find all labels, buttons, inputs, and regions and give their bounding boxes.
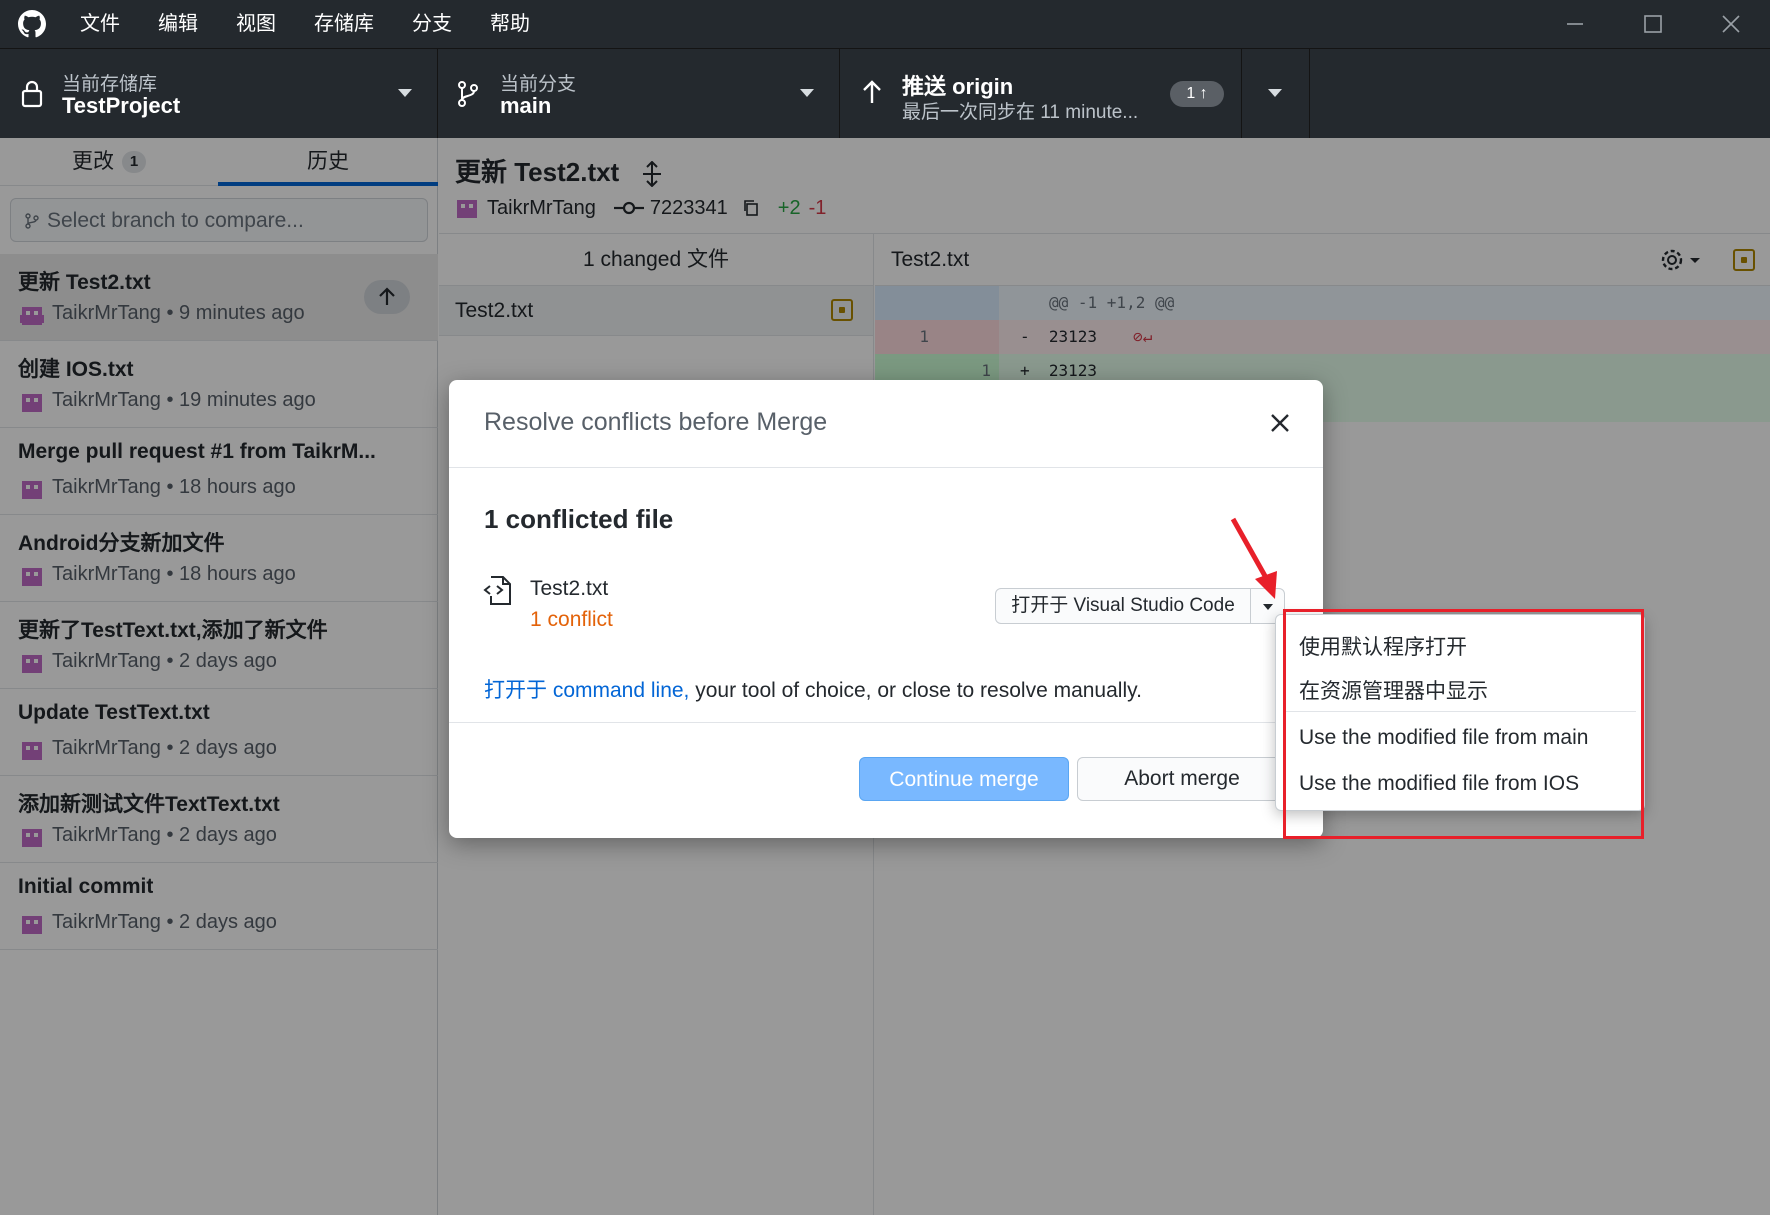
conflicted-file-heading: 1 conflicted file bbox=[484, 504, 674, 534]
chevron-down-icon bbox=[1268, 89, 1282, 97]
repository-caption: 当前存储库 bbox=[62, 74, 158, 95]
annotation-arrow-icon bbox=[1230, 517, 1277, 599]
annotation-highlight-box bbox=[1283, 609, 1644, 839]
resolve-hint-text: your tool of choice, or close to resolve… bbox=[689, 679, 1142, 702]
lock-icon bbox=[21, 80, 43, 108]
menu-edit[interactable]: 编辑 bbox=[158, 0, 218, 48]
open-command-line-link[interactable]: 打开于 command line, bbox=[484, 679, 689, 702]
close-window-button[interactable] bbox=[1692, 0, 1770, 48]
github-logo-icon bbox=[18, 10, 46, 38]
menu-view[interactable]: 视图 bbox=[236, 0, 296, 48]
maximize-button[interactable] bbox=[1614, 0, 1692, 48]
current-repository-button[interactable]: 当前存储库 TestProject bbox=[0, 49, 438, 139]
menu-file[interactable]: 文件 bbox=[80, 0, 140, 48]
file-code-icon bbox=[483, 576, 511, 605]
branch-name: main bbox=[500, 93, 552, 118]
dialog-divider bbox=[449, 722, 1323, 723]
maximize-icon bbox=[1644, 15, 1662, 33]
current-branch-button[interactable]: 当前分支 main bbox=[438, 49, 840, 139]
merge-conflicts-dialog: Resolve conflicts before Merge 1 conflic… bbox=[449, 380, 1323, 838]
arrow-up-icon bbox=[863, 80, 881, 103]
menu-branch[interactable]: 分支 bbox=[412, 0, 472, 48]
push-count-badge: 1 ↑ bbox=[1170, 81, 1224, 107]
dialog-header: Resolve conflicts before Merge bbox=[449, 380, 1323, 468]
conflict-count: 1 conflict bbox=[530, 608, 613, 631]
menu-help[interactable]: 帮助 bbox=[490, 0, 550, 48]
push-subtitle: 最后一次同步在 11 minute... bbox=[902, 102, 1139, 123]
title-bar: 文件 编辑 视图 存储库 分支 帮助 bbox=[0, 0, 1770, 48]
repository-name: TestProject bbox=[62, 93, 181, 118]
continue-merge-button[interactable]: Continue merge bbox=[859, 757, 1069, 801]
chevron-down-icon bbox=[398, 89, 412, 97]
conflicted-file-name: Test2.txt bbox=[530, 577, 609, 600]
resolve-hint: 打开于 command line, your tool of choice, o… bbox=[484, 674, 1142, 704]
close-icon[interactable] bbox=[1269, 412, 1291, 434]
branch-icon bbox=[458, 81, 478, 107]
minimize-button[interactable] bbox=[1536, 0, 1614, 48]
branch-caption: 当前分支 bbox=[500, 74, 577, 95]
toolbar: 当前存储库 TestProject 当前分支 main 推送 origin 最后… bbox=[0, 48, 1770, 139]
minimize-icon bbox=[1567, 23, 1583, 25]
menu-bar: 文件 编辑 视图 存储库 分支 帮助 bbox=[80, 0, 568, 48]
chevron-down-icon bbox=[800, 89, 814, 97]
open-in-editor-button[interactable]: 打开于 Visual Studio Code bbox=[995, 588, 1251, 624]
dialog-title: Resolve conflicts before Merge bbox=[484, 408, 828, 436]
menu-repository[interactable]: 存储库 bbox=[314, 0, 394, 48]
abort-merge-button[interactable]: Abort merge bbox=[1077, 757, 1287, 801]
push-dropdown-button[interactable] bbox=[1242, 49, 1310, 139]
close-icon bbox=[1722, 15, 1740, 33]
